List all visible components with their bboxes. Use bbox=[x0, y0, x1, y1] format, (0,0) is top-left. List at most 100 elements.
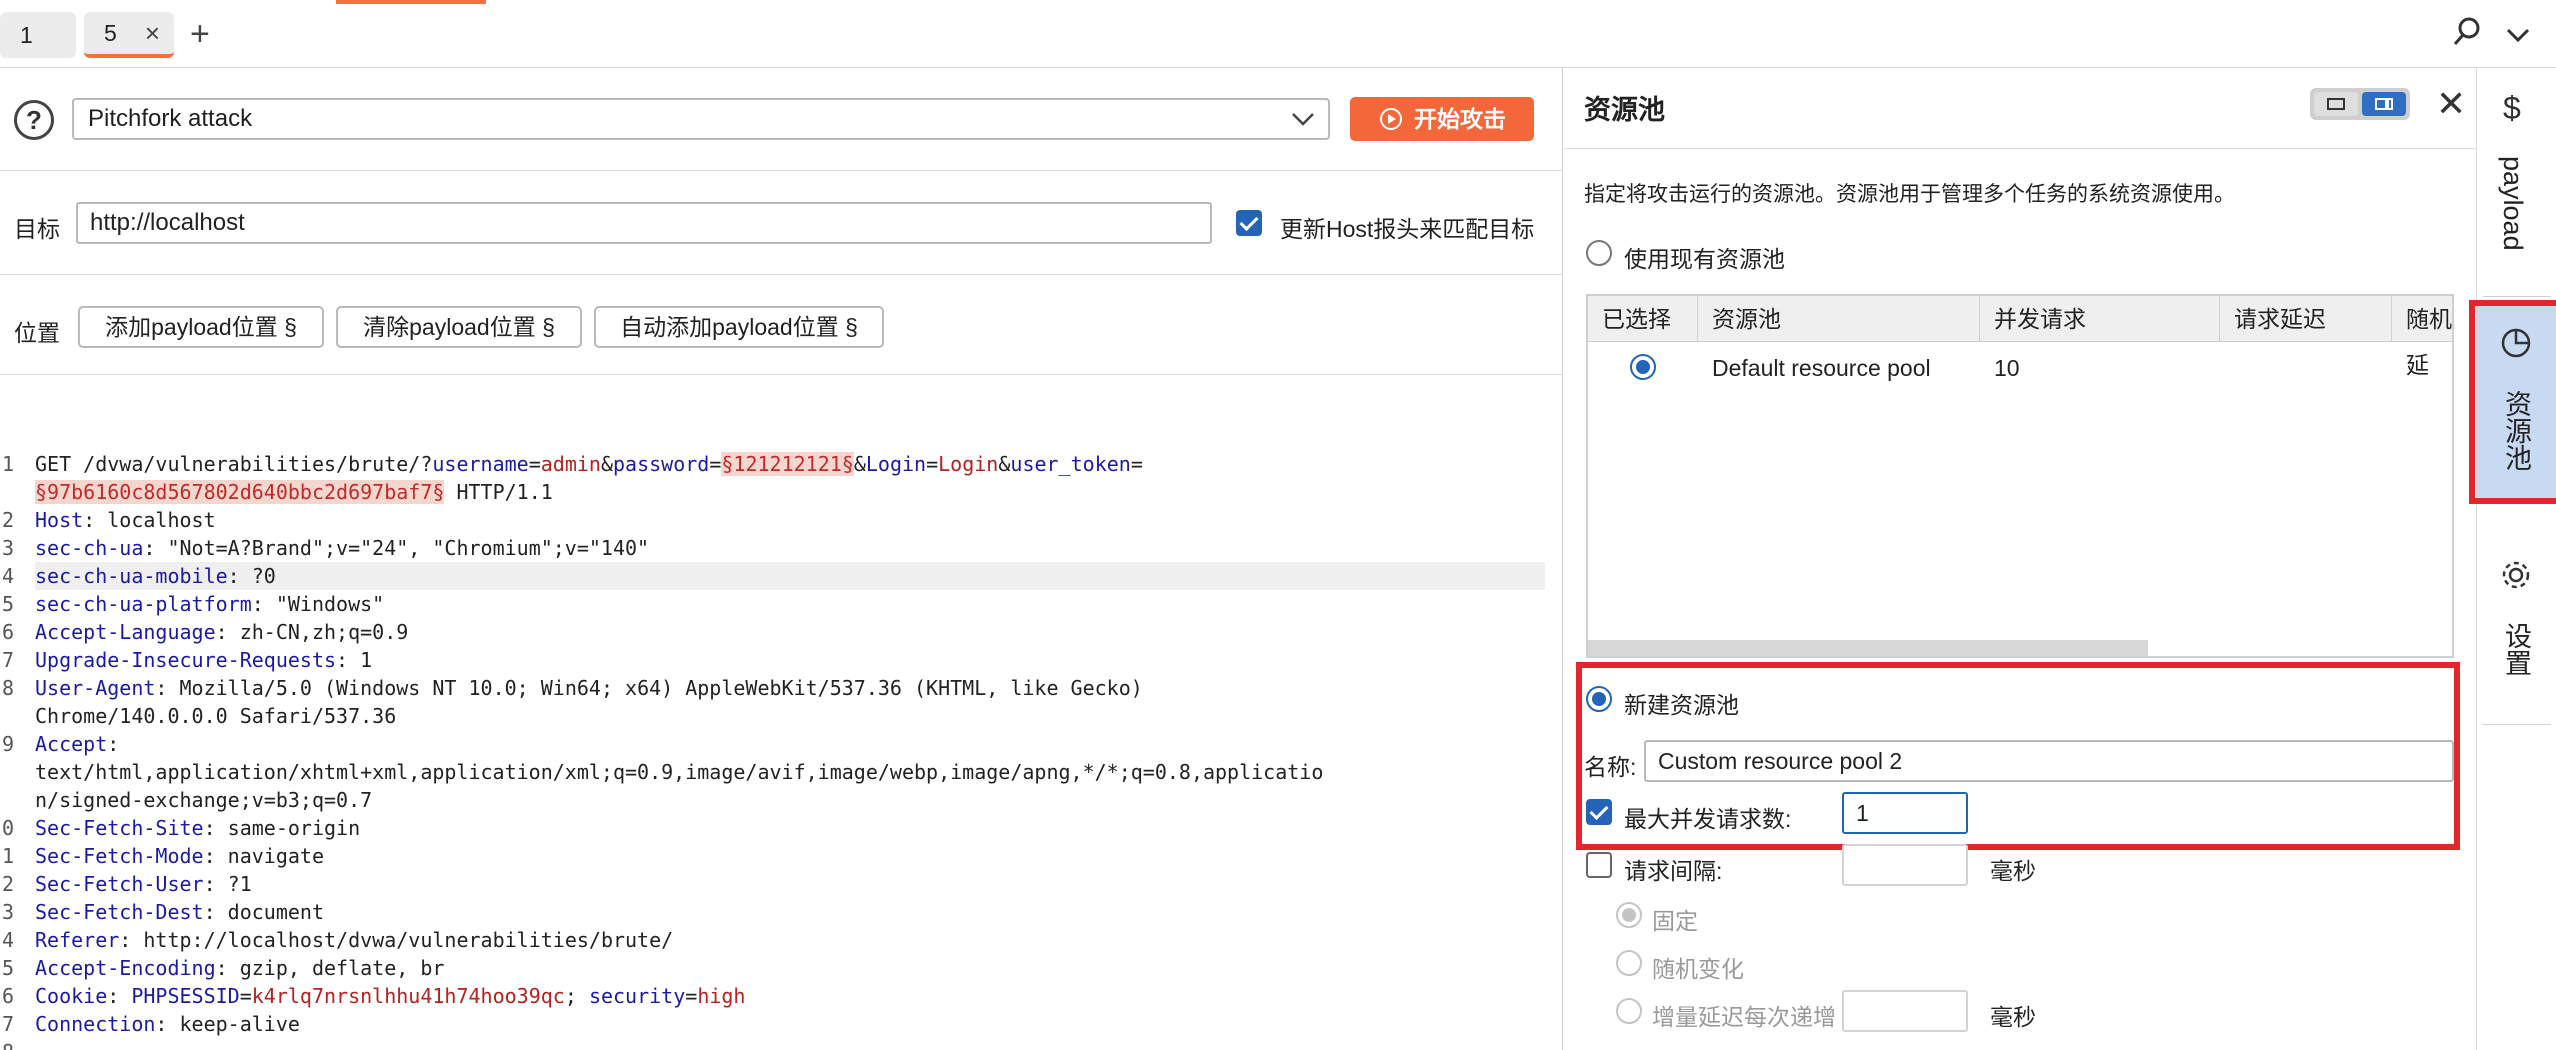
request-line: n/signed-exchange;v=b3;q=0.7 bbox=[35, 788, 373, 812]
line-number: 2 bbox=[2, 872, 15, 896]
request-line: Chrome/140.0.0.0 Safari/537.36 bbox=[35, 704, 397, 728]
positions-label: 位置 bbox=[14, 320, 60, 346]
target-value: http://localhost bbox=[90, 209, 245, 236]
tab-5[interactable]: 5 × bbox=[84, 12, 174, 58]
tab-label: 1 bbox=[20, 21, 33, 48]
increment-delay-radio[interactable] bbox=[1616, 998, 1642, 1024]
request-line: text/html,application/xhtml+xml,applicat… bbox=[35, 760, 1324, 784]
attack-type-value: Pitchfork attack bbox=[88, 105, 253, 132]
side-tab-label: payload bbox=[2498, 156, 2528, 251]
request-line: §97b6160c8d567802d640bbc2d697baf7§ HTTP/… bbox=[35, 480, 553, 504]
add-payload-position-button[interactable]: 添加payload位置 § bbox=[78, 306, 324, 348]
fixed-delay-radio[interactable] bbox=[1616, 902, 1642, 928]
play-icon bbox=[1380, 108, 1402, 130]
help-icon[interactable]: ? bbox=[14, 100, 54, 140]
request-line: User-Agent: Mozilla/5.0 (Windows NT 10.0… bbox=[35, 676, 1143, 700]
request-line: Accept-Encoding: gzip, deflate, br bbox=[35, 956, 445, 980]
line-number: 4 bbox=[2, 564, 15, 588]
request-line: Sec-Fetch-Site: same-origin bbox=[35, 816, 361, 840]
line-number: 8 bbox=[0, 1040, 26, 1050]
clear-payload-position-button[interactable]: 清除payload位置 § bbox=[336, 306, 582, 348]
select-pool-radio[interactable] bbox=[1630, 354, 1656, 380]
use-existing-radio[interactable] bbox=[1586, 240, 1612, 266]
increment-delay-label: 增量延迟每次递增 bbox=[1652, 1004, 1836, 1030]
resource-pool-panel: 资源池 ✕ 指定将攻击运行的资源池。资源池用于管理多个任务的系统资源使用。 使用… bbox=[1564, 68, 2476, 1050]
tab-1[interactable]: 1 bbox=[0, 12, 76, 58]
use-existing-label: 使用现有资源池 bbox=[1624, 246, 1785, 272]
line-number: 1 bbox=[2, 452, 15, 476]
pool-concurrent-cell: 10 bbox=[1994, 355, 2020, 381]
divider bbox=[0, 274, 1563, 275]
layout-toggle[interactable] bbox=[2310, 88, 2410, 120]
update-host-checkbox[interactable] bbox=[1236, 210, 1262, 236]
side-tab-payload[interactable]: $ payload bbox=[2477, 68, 2556, 268]
random-delay-radio[interactable] bbox=[1616, 950, 1642, 976]
request-line: sec-ch-ua: "Not=A?Brand";v="24", "Chromi… bbox=[35, 536, 650, 560]
accent-line bbox=[336, 0, 486, 4]
line-number: 3 bbox=[2, 536, 15, 560]
horizontal-scrollbar[interactable] bbox=[1588, 640, 2148, 656]
intruder-positions-pane: ? Pitchfork attack 开始攻击 目标 http://localh… bbox=[0, 68, 1563, 1050]
target-label: 目标 bbox=[14, 216, 60, 242]
tab-label: 5 bbox=[104, 19, 117, 46]
table-header: 已选择 资源池 并发请求 请求延迟 随机延 bbox=[1588, 296, 2452, 378]
tab-bar: 1 5 × + bbox=[0, 0, 2556, 68]
target-input[interactable]: http://localhost bbox=[76, 202, 1212, 244]
request-editor[interactable]: 1 2 3 4 5 6 7 8 9 0 1 2 3 4 5 6 7 8 GET … bbox=[0, 378, 1563, 1050]
side-tab-bar: $ payload 资源池 设置 bbox=[2469, 68, 2556, 1050]
request-line: Referer: http://localhost/dvwa/vulnerabi… bbox=[35, 928, 674, 952]
panel-title: 资源池 bbox=[1584, 95, 1665, 125]
line-number: 6 bbox=[2, 620, 15, 644]
divider bbox=[2483, 296, 2551, 297]
divider bbox=[0, 374, 1563, 375]
side-tab-label: 设置 bbox=[2501, 622, 2531, 676]
highlight-box bbox=[2469, 300, 2556, 504]
side-tab-settings[interactable]: 设置 bbox=[2477, 538, 2556, 748]
request-line: sec-ch-ua-platform: "Windows" bbox=[35, 592, 385, 616]
close-icon[interactable]: ✕ bbox=[2436, 86, 2466, 122]
payload-marker-selected: §97b6160c8d567802d640bbc2d697baf7§ bbox=[35, 480, 445, 504]
line-number: 6 bbox=[2, 984, 15, 1008]
attack-type-select[interactable]: Pitchfork attack bbox=[72, 98, 1330, 140]
request-line: Cookie: PHPSESSID=k4rlq7nrsnlhhu41h74hoo… bbox=[35, 984, 746, 1008]
request-line: sec-ch-ua-mobile: ?0 bbox=[35, 564, 276, 588]
request-interval-label: 请求间隔: bbox=[1624, 858, 1723, 884]
ms-unit-label: 毫秒 bbox=[1990, 1004, 2036, 1030]
column-header[interactable]: 随机延 bbox=[2392, 296, 2452, 378]
ms-unit-label: 毫秒 bbox=[1990, 858, 2036, 884]
request-line: Sec-Fetch-User: ?1 bbox=[35, 872, 252, 896]
layout-vertical-icon[interactable] bbox=[2362, 92, 2406, 116]
request-interval-input[interactable] bbox=[1842, 844, 1968, 886]
line-number: 1 bbox=[2, 844, 15, 868]
auto-payload-position-button[interactable]: 自动添加payload位置 § bbox=[594, 306, 884, 348]
divider bbox=[1564, 148, 2476, 149]
line-number: 7 bbox=[2, 648, 15, 672]
start-attack-button[interactable]: 开始攻击 bbox=[1350, 97, 1534, 141]
update-host-label: 更新Host报头来匹配目标 bbox=[1280, 216, 1535, 242]
line-number: 0 bbox=[2, 816, 15, 840]
resource-pool-table: 已选择 资源池 并发请求 请求延迟 随机延 Default resource p… bbox=[1586, 294, 2454, 658]
column-header[interactable]: 资源池 bbox=[1698, 296, 1980, 342]
chevron-down-icon bbox=[1290, 104, 1316, 146]
dollar-icon: $ bbox=[2503, 90, 2521, 126]
line-number: 7 bbox=[2, 1012, 15, 1036]
increment-delay-input[interactable] bbox=[1842, 990, 1968, 1032]
column-header[interactable]: 请求延迟 bbox=[2220, 296, 2392, 342]
add-tab-icon[interactable]: + bbox=[190, 14, 210, 54]
random-delay-label: 随机变化 bbox=[1652, 956, 1744, 982]
column-header[interactable]: 并发请求 bbox=[1980, 296, 2220, 342]
line-number: 4 bbox=[2, 928, 15, 952]
fixed-delay-label: 固定 bbox=[1652, 908, 1698, 934]
request-interval-checkbox[interactable] bbox=[1586, 852, 1612, 878]
line-number: 9 bbox=[2, 732, 15, 756]
column-header[interactable]: 已选择 bbox=[1588, 296, 1698, 342]
panel-description: 指定将攻击运行的资源池。资源池用于管理多个任务的系统资源使用。 bbox=[1584, 183, 2235, 206]
search-icon[interactable] bbox=[2452, 14, 2486, 54]
request-line: Accept-Language: zh-CN,zh;q=0.9 bbox=[35, 620, 409, 644]
layout-horizontal-icon[interactable] bbox=[2314, 92, 2358, 116]
close-tab-icon[interactable]: × bbox=[145, 18, 160, 49]
request-line: Accept: bbox=[35, 732, 120, 756]
line-number: 5 bbox=[2, 956, 15, 980]
chevron-down-icon[interactable] bbox=[2506, 22, 2530, 49]
request-line: GET /dvwa/vulnerabilities/brute/?usernam… bbox=[35, 452, 1143, 476]
